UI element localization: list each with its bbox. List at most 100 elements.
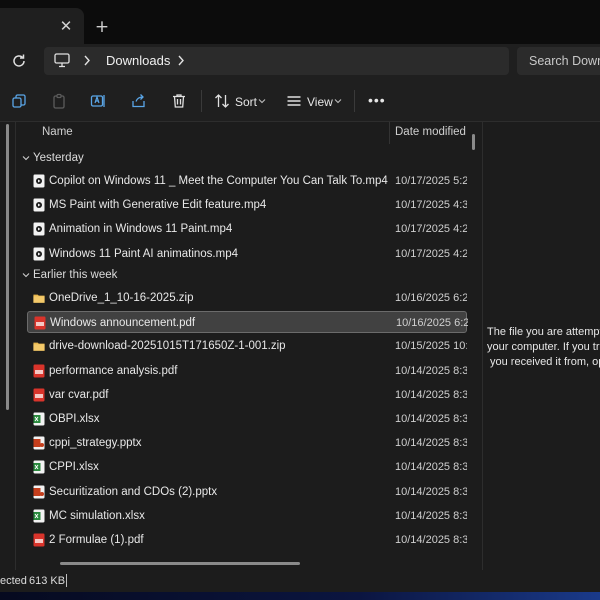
chevron-right-icon[interactable] [176, 53, 186, 68]
close-icon[interactable]: ✕ [58, 18, 74, 34]
file-date-modified: 10/17/2025 4:32 [395, 199, 467, 212]
file-name: cppi_strategy.pptx [49, 437, 142, 450]
file-row[interactable]: MS Paint with Generative Edit feature.mp… [27, 194, 467, 216]
file-name: OneDrive_1_10-16-2025.zip [49, 292, 194, 304]
more-icon[interactable]: ••• [368, 92, 385, 108]
plus-icon[interactable]: + [94, 19, 110, 36]
group-header[interactable]: Yesterday [33, 152, 84, 164]
chevron-down-icon[interactable] [22, 272, 30, 278]
status-selection: ected [0, 575, 27, 587]
command-separator [201, 90, 202, 112]
preview-text-line: your computer. If you trus [487, 341, 600, 353]
column-header-date-modified[interactable]: Date modified [395, 126, 466, 138]
file-date-modified: 10/17/2025 5:20 [395, 175, 467, 187]
file-name: MC simulation.xlsx [49, 509, 145, 522]
file-date-modified: 10/15/2025 10:47 [395, 340, 467, 353]
search-placeholder: Search Downl [529, 54, 600, 68]
file-date-modified: 10/17/2025 4:20 [395, 247, 467, 260]
file-date-modified: 10/16/2025 6:24 [395, 292, 467, 304]
video-file-icon [33, 247, 45, 261]
excel-file-icon [33, 509, 45, 523]
file-row[interactable]: Securitization and CDOs (2).pptx 10/14/20… [27, 481, 467, 503]
file-row[interactable]: Copilot on Windows 11 _ Meet the Compute… [27, 170, 467, 192]
group-header[interactable]: Earlier this week [33, 269, 117, 281]
file-date-modified: 10/14/2025 8:39 [395, 388, 467, 401]
preview-text-line: you received it from, ope [490, 356, 600, 368]
pc-icon [54, 53, 70, 68]
folder-zip-icon [33, 342, 45, 352]
command-separator [354, 90, 355, 112]
file-date-modified: 10/17/2025 4:20 [395, 223, 467, 236]
file-name: var cvar.pdf [49, 388, 109, 401]
pdf-file-icon [33, 364, 45, 378]
copy-icon[interactable] [11, 93, 27, 109]
breadcrumb-downloads[interactable]: Downloads [106, 53, 170, 68]
file-row[interactable]: var cvar.pdf 10/14/2025 8:39 [27, 384, 467, 406]
video-file-icon [33, 174, 45, 188]
file-date-modified: 10/16/2025 6:24 [396, 317, 468, 330]
file-name: Securitization and CDOs (2).pptx [49, 485, 218, 498]
file-date-modified: 10/14/2025 8:39 [395, 364, 467, 377]
chevron-down-icon[interactable] [258, 98, 266, 104]
file-name: Copilot on Windows 11 _ Meet the Compute… [49, 175, 388, 187]
file-name: MS Paint with Generative Edit feature.mp… [49, 199, 267, 212]
file-row[interactable]: 2 Formulae (1).pdf 10/14/2025 8:37 [27, 529, 467, 551]
excel-file-icon [33, 460, 45, 474]
status-size: 613 KB [29, 575, 66, 587]
column-header-name[interactable]: Name [42, 126, 73, 138]
powerpoint-file-icon [33, 436, 45, 450]
file-row[interactable]: performance analysis.pdf 10/14/2025 8:39 [27, 360, 467, 382]
folder-zip-icon [33, 294, 45, 303]
refresh-icon[interactable] [10, 52, 28, 70]
file-name: drive-download-20251015T171650Z-1-001.zi… [49, 340, 286, 353]
file-name: Windows 11 Paint AI animatinos.mp4 [49, 247, 238, 260]
file-name: Windows announcement.pdf [50, 317, 196, 330]
view-button[interactable]: View [307, 95, 333, 109]
file-name: 2 Formulae (1).pdf [49, 534, 144, 546]
file-date-modified: 10/14/2025 8:38 [395, 437, 467, 450]
status-separator [66, 574, 67, 587]
file-explorer-window: ✕ + Downloads Search Downl Sort View •••… [0, 0, 600, 592]
file-row[interactable]: cppi_strategy.pptx 10/14/2025 8:38 [27, 432, 467, 454]
file-date-modified: 10/14/2025 8:37 [395, 534, 467, 546]
paste-icon[interactable] [51, 93, 67, 109]
delete-icon[interactable] [171, 93, 187, 109]
sort-icon[interactable] [214, 93, 230, 109]
file-date-modified: 10/14/2025 8:37 [395, 509, 467, 522]
file-name: OBPI.xlsx [49, 413, 100, 425]
file-row[interactable]: Windows 11 Paint AI animatinos.mp4 10/17/… [27, 243, 467, 265]
video-file-icon [33, 198, 45, 212]
view-icon[interactable] [286, 93, 302, 109]
file-row[interactable]: Windows announcement.pdf 10/16/2025 6:24 [27, 311, 468, 334]
pdf-file-icon [34, 316, 46, 330]
file-list-scrollbar[interactable] [472, 134, 475, 150]
file-row[interactable]: OneDrive_1_10-16-2025.zip 10/16/2025 6:24 [27, 287, 467, 309]
file-date-modified: 10/14/2025 8:37 [395, 485, 467, 498]
file-name: CPPI.xlsx [49, 461, 99, 474]
powerpoint-file-icon [33, 485, 45, 499]
excel-file-icon [33, 412, 45, 426]
file-name: Animation in Windows 11 Paint.mp4 [49, 223, 233, 236]
share-icon[interactable] [131, 93, 147, 109]
rename-icon[interactable] [90, 93, 106, 109]
file-row[interactable]: CPPI.xlsx 10/14/2025 8:38 [27, 456, 467, 478]
video-file-icon [33, 222, 45, 236]
pdf-file-icon [33, 533, 45, 547]
file-date-modified: 10/14/2025 8:38 [395, 413, 467, 425]
file-row[interactable]: OBPI.xlsx 10/14/2025 8:38 [27, 408, 467, 430]
pdf-file-icon [33, 388, 45, 402]
preview-text-line: The file you are attemptin [487, 326, 600, 338]
column-separator[interactable] [389, 122, 390, 144]
file-date-modified: 10/14/2025 8:38 [395, 461, 467, 474]
chevron-down-icon[interactable] [22, 155, 30, 161]
chevron-right-icon[interactable] [82, 53, 92, 68]
navigation-scrollbar[interactable] [6, 124, 9, 410]
horizontal-scrollbar[interactable] [60, 562, 300, 565]
file-row[interactable]: drive-download-20251015T171650Z-1-001.zi… [27, 335, 467, 357]
file-name: performance analysis.pdf [49, 364, 178, 377]
chevron-down-icon[interactable] [334, 98, 342, 104]
sort-button[interactable]: Sort [235, 95, 257, 109]
title-bar [0, 0, 600, 44]
file-row[interactable]: Animation in Windows 11 Paint.mp4 10/17/2… [27, 218, 467, 240]
file-row[interactable]: MC simulation.xlsx 10/14/2025 8:37 [27, 505, 467, 527]
